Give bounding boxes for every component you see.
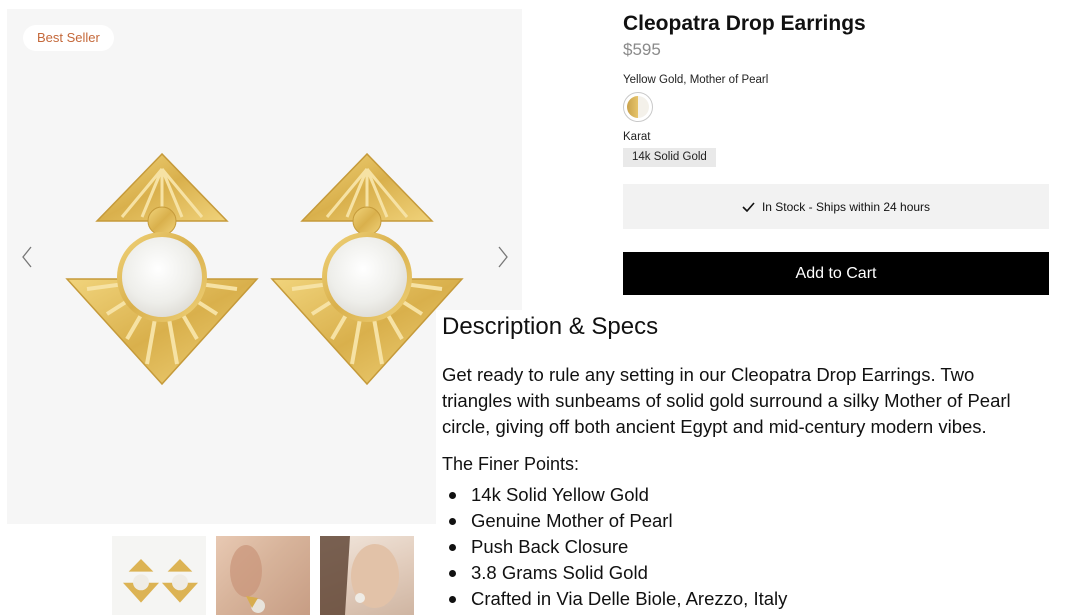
list-item-text: 14k Solid Yellow Gold [471, 484, 649, 505]
stock-status: In Stock - Ships within 24 hours [623, 184, 1049, 229]
color-option-label: Yellow Gold, Mother of Pearl [623, 74, 769, 86]
description-heading: Description & Specs [442, 313, 659, 340]
bullet-icon [449, 543, 456, 551]
chevron-left-icon [22, 246, 32, 268]
prev-image-button[interactable] [17, 243, 37, 271]
check-icon [742, 201, 755, 212]
list-item-text: Genuine Mother of Pearl [471, 510, 673, 531]
model-image [320, 536, 399, 615]
list-item-text: Crafted in Via Delle Biole, Arezzo, Ital… [471, 588, 788, 609]
karat-label: Karat [623, 131, 651, 143]
chevron-right-icon [498, 246, 508, 268]
earrings-thumbnail-image [122, 558, 198, 603]
ear-closeup-image [230, 545, 265, 613]
list-item: Genuine Mother of Pearl [442, 508, 1065, 534]
product-info: Cleopatra Drop Earrings $595 Yellow Gold… [623, 10, 1049, 167]
bullet-icon [449, 517, 456, 525]
description-body: Get ready to rule any setting in our Cle… [442, 362, 1062, 440]
list-item: Crafted in Via Delle Biole, Arezzo, Ital… [442, 586, 1065, 612]
earrings-image [65, 152, 464, 386]
product-price: $595 [623, 40, 661, 59]
thumbnail-model[interactable] [320, 536, 414, 615]
list-item-text: Push Back Closure [471, 536, 629, 557]
color-swatch-yellow-gold-pearl[interactable] [623, 92, 653, 122]
add-to-cart-button[interactable]: Add to Cart [623, 252, 1049, 295]
product-title: Cleopatra Drop Earrings [623, 12, 866, 35]
bullet-icon [449, 595, 456, 603]
description-line: Get ready to rule any setting in our Cle… [442, 364, 975, 385]
description-line: circle, giving off both ancient Egypt an… [442, 416, 987, 437]
swatch-color-icon [627, 96, 649, 118]
finer-points-list: 14k Solid Yellow Gold Genuine Mother of … [442, 482, 1065, 612]
finer-points-heading: The Finer Points: [442, 454, 580, 474]
description-line: triangles with sunbeams of solid gold su… [442, 390, 1011, 411]
stock-text: In Stock - Ships within 24 hours [761, 199, 931, 214]
thumbnail-ear-closeup[interactable] [216, 536, 310, 615]
karat-option-14k[interactable]: 14k Solid Gold [623, 148, 716, 167]
thumbnail-product[interactable] [112, 536, 206, 615]
thumbnail-strip [112, 536, 414, 615]
bullet-icon [449, 491, 456, 499]
list-item: Push Back Closure [442, 534, 1065, 560]
list-item: 3.8 Grams Solid Gold [442, 560, 1065, 586]
list-item-text: 3.8 Grams Solid Gold [471, 562, 648, 583]
best-seller-badge: Best Seller [23, 25, 114, 51]
list-item: 14k Solid Yellow Gold [442, 482, 1065, 508]
bullet-icon [449, 569, 456, 577]
description-section: Description & Specs Get ready to rule an… [436, 310, 1065, 615]
next-image-button[interactable] [493, 243, 513, 271]
